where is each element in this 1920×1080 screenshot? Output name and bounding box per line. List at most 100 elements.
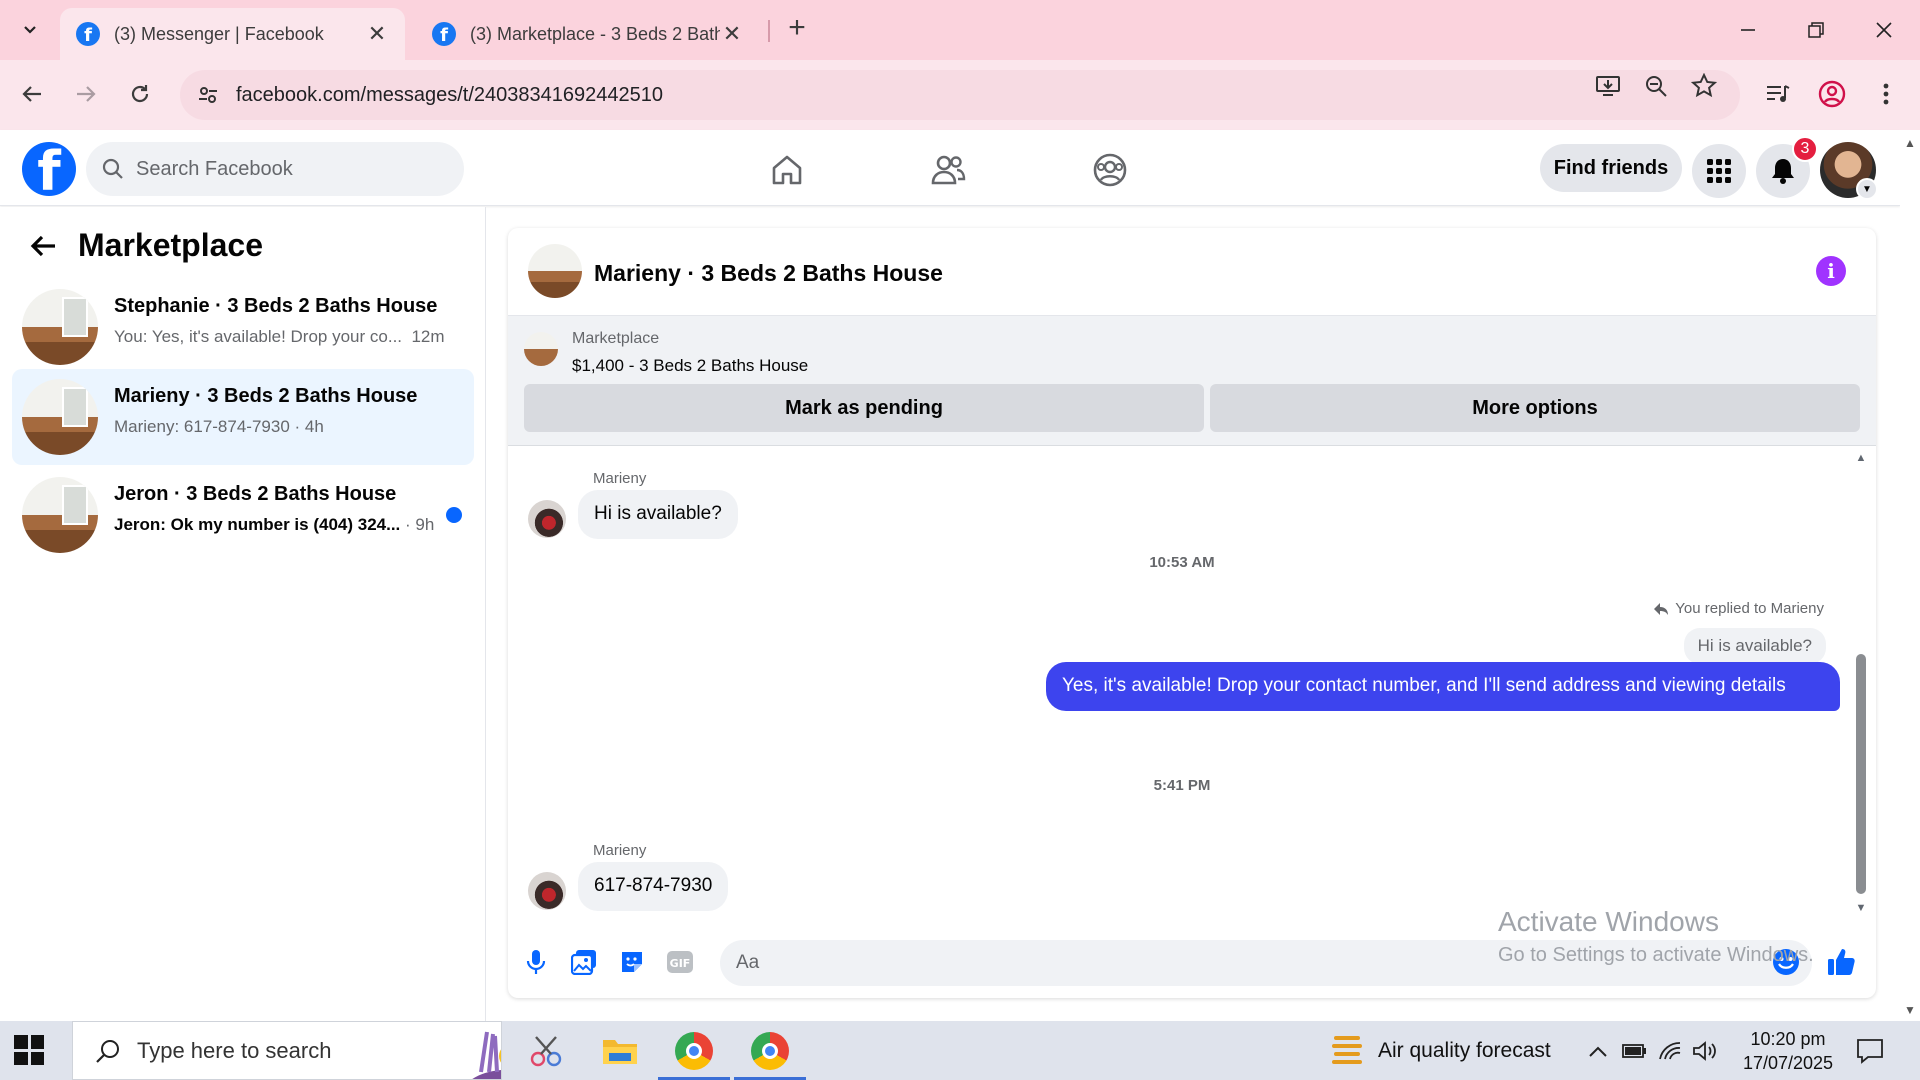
message-timestamp: 5:41 PM xyxy=(1153,777,1211,794)
conversation-name: Stephanie · 3 Beds 2 Baths House xyxy=(114,295,438,317)
close-window-button[interactable] xyxy=(1864,10,1904,50)
back-button[interactable] xyxy=(12,74,52,114)
close-icon[interactable]: ✕ xyxy=(365,21,389,47)
reply-icon xyxy=(1654,602,1669,615)
back-button[interactable] xyxy=(26,229,60,263)
windows-taskbar: Type here to search Air quality forecast… xyxy=(0,1021,1920,1080)
message-timestamp: 10:53 AM xyxy=(1149,554,1215,571)
weather-text[interactable]: Air quality forecast xyxy=(1378,1039,1551,1063)
close-icon[interactable]: ✕ xyxy=(720,21,744,47)
scroll-up-arrow[interactable]: ▲ xyxy=(1854,452,1868,464)
scroll-up-arrow[interactable]: ▲ xyxy=(1904,136,1916,150)
mark-as-pending-button[interactable]: Mark as pending xyxy=(524,384,1204,432)
taskbar-snipping-tool[interactable] xyxy=(510,1021,582,1080)
restore-button[interactable] xyxy=(1796,10,1836,50)
info-icon[interactable]: i xyxy=(1816,256,1846,286)
conversation-item-jeron[interactable]: Jeron · 3 Beds 2 Baths House Jeron: Ok m… xyxy=(12,467,474,563)
notification-center-button[interactable] xyxy=(1856,1021,1884,1080)
sender-avatar[interactable] xyxy=(528,500,566,538)
battery-icon xyxy=(1622,1043,1646,1058)
account-circle-icon xyxy=(1818,80,1846,108)
reload-button[interactable] xyxy=(120,74,160,114)
volume-control[interactable] xyxy=(1692,1021,1718,1080)
chat-scrollbar[interactable] xyxy=(1856,654,1866,894)
star-icon xyxy=(1691,73,1717,98)
speaker-icon xyxy=(1693,1040,1716,1061)
photo-icon xyxy=(571,950,596,975)
listing-banner: Marketplace $1,400 - 3 Beds 2 Baths Hous… xyxy=(508,316,1876,446)
facebook-search[interactable] xyxy=(86,142,464,196)
site-info-button[interactable] xyxy=(180,84,236,106)
tab-title: (3) Marketplace - 3 Beds 2 Bath xyxy=(470,23,720,44)
message-bubble[interactable]: Yes, it's available! Drop your contact n… xyxy=(1046,662,1840,711)
profile-button[interactable] xyxy=(1812,74,1852,114)
facebook-logo-icon[interactable]: f xyxy=(22,142,76,196)
listing-title[interactable]: $1,400 - 3 Beds 2 Baths House xyxy=(572,356,808,376)
browser-menu-button[interactable] xyxy=(1866,74,1906,114)
page-scrollbar[interactable]: ▲ ▼ xyxy=(1900,130,1920,1021)
folder-icon xyxy=(603,1039,637,1064)
bell-icon xyxy=(1772,159,1794,184)
conversation-item-marieny[interactable]: Marieny · 3 Beds 2 Baths House Marieny: … xyxy=(12,369,474,465)
tab-title: (3) Messenger | Facebook xyxy=(114,23,324,44)
sticker-button[interactable] xyxy=(616,946,648,978)
tab-messenger[interactable]: f (3) Messenger | Facebook ✕ xyxy=(60,8,405,60)
nav-friends[interactable] xyxy=(926,148,970,192)
wifi-icon xyxy=(1659,1041,1681,1059)
listing-thumbnail[interactable] xyxy=(528,244,582,298)
voice-clip-button[interactable] xyxy=(520,946,552,978)
address-bar[interactable]: facebook.com/messages/t/2403834169244251… xyxy=(180,70,1740,120)
taskbar-clock[interactable]: 10:20 pm 17/07/2025 xyxy=(1728,1027,1848,1075)
nav-groups[interactable] xyxy=(1088,148,1132,192)
minimize-button[interactable] xyxy=(1728,10,1768,50)
attach-media-button[interactable] xyxy=(568,946,600,978)
conversation-name: Jeron · 3 Beds 2 Baths House xyxy=(114,483,397,505)
forward-button[interactable] xyxy=(66,74,106,114)
conversation-item-stephanie[interactable]: Stephanie · 3 Beds 2 Baths House You: Ye… xyxy=(12,279,474,375)
bookmark-button[interactable] xyxy=(1690,72,1718,100)
zoom-button[interactable] xyxy=(1642,72,1670,100)
chrome-icon xyxy=(751,1031,789,1070)
taskbar-file-explorer[interactable] xyxy=(584,1021,656,1080)
taskbar-chrome-profile-b[interactable] xyxy=(734,1021,806,1080)
new-tab-button[interactable]: + xyxy=(780,12,814,46)
arrow-left-icon xyxy=(22,86,41,102)
find-friends-button[interactable]: Find friends xyxy=(1540,144,1682,192)
gif-button[interactable]: GIF xyxy=(664,946,696,978)
chevron-down-icon xyxy=(24,26,36,34)
tab-marketplace[interactable]: f (3) Marketplace - 3 Beds 2 Bath ✕ xyxy=(416,8,760,60)
show-hidden-icons-button[interactable] xyxy=(1588,1021,1608,1080)
message-bubble[interactable]: 617-874-7930 xyxy=(578,862,729,911)
install-icon xyxy=(1596,76,1620,96)
panel-header: Marketplace xyxy=(26,227,263,264)
chevron-down-icon[interactable]: ▼ xyxy=(1856,178,1878,200)
notification-center-icon xyxy=(1857,1038,1883,1064)
scroll-down-arrow[interactable]: ▼ xyxy=(1904,1003,1916,1017)
listing-category: Marketplace xyxy=(572,330,660,347)
search-input[interactable] xyxy=(136,157,436,181)
taskbar-search-box[interactable]: Type here to search xyxy=(72,1021,502,1080)
arrow-right-icon xyxy=(77,86,96,102)
listing-thumbnail[interactable] xyxy=(524,332,558,366)
menu-button[interactable] xyxy=(1692,144,1746,198)
install-app-button[interactable] xyxy=(1594,72,1622,100)
tab-search-button[interactable] xyxy=(10,10,50,50)
chat-title[interactable]: Marieny · 3 Beds 2 Baths House xyxy=(594,260,943,287)
scroll-down-arrow[interactable]: ▼ xyxy=(1854,902,1868,914)
like-button[interactable] xyxy=(1826,946,1858,978)
message-bubble[interactable]: Hi is available? xyxy=(578,490,738,539)
nav-home[interactable] xyxy=(765,148,809,192)
air-quality-icon xyxy=(1332,1035,1362,1064)
chrome-icon xyxy=(675,1031,713,1070)
network-status[interactable] xyxy=(1658,1021,1682,1080)
media-control-button[interactable] xyxy=(1758,74,1798,114)
taskbar-chrome-profile-a[interactable] xyxy=(658,1021,730,1080)
weather-widget[interactable] xyxy=(1332,1021,1364,1080)
quoted-message[interactable]: Hi is available? xyxy=(1683,628,1826,664)
sender-avatar[interactable] xyxy=(528,872,566,910)
chat-panel: Marieny · 3 Beds 2 Baths House i Marketp… xyxy=(508,228,1876,998)
battery-status[interactable] xyxy=(1622,1021,1648,1080)
windows-start-icon[interactable] xyxy=(14,1035,44,1065)
more-options-button[interactable]: More options xyxy=(1210,384,1860,432)
sticker-icon xyxy=(622,952,642,972)
